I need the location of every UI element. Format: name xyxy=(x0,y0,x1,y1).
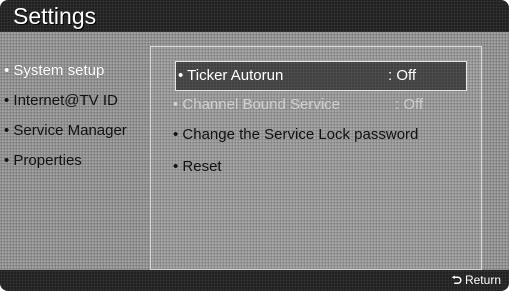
title-bar: Settings xyxy=(0,0,509,32)
sidebar-item-properties[interactable]: • Properties xyxy=(0,146,150,176)
settings-screen: Settings • System setup • Internet@TV ID… xyxy=(0,0,509,291)
return-label: Return xyxy=(464,273,501,287)
ticker-autorun-option[interactable]: • Ticker Autorun : Off xyxy=(175,61,467,91)
options-panel: • Ticker Autorun : Off • Channel Bound S… xyxy=(150,46,482,270)
footer-bar: Return xyxy=(0,270,509,291)
sidebar-item-service-manager[interactable]: • Service Manager xyxy=(0,116,150,146)
sidebar-menu: • System setup • Internet@TV ID • Servic… xyxy=(0,56,150,176)
page-title: Settings xyxy=(13,3,97,29)
channel-bound-service-option: • Channel Bound Service : Off xyxy=(173,91,423,119)
option-value: : Off xyxy=(388,67,417,84)
return-button[interactable]: Return xyxy=(451,272,501,289)
option-label: • Change the Service Lock password xyxy=(173,126,419,143)
return-arrow-icon xyxy=(451,275,462,284)
option-label: • Channel Bound Service xyxy=(173,96,341,113)
option-label: • Ticker Autorun xyxy=(178,67,284,84)
sidebar-item-system-setup[interactable]: • System setup xyxy=(0,56,150,86)
sidebar-item-internet-tv-id[interactable]: • Internet@TV ID xyxy=(0,86,150,116)
option-label: • Reset xyxy=(173,158,222,175)
reset-option[interactable]: • Reset xyxy=(173,153,222,181)
change-service-lock-password-option[interactable]: • Change the Service Lock password xyxy=(173,121,418,149)
option-value: : Off xyxy=(395,96,424,113)
